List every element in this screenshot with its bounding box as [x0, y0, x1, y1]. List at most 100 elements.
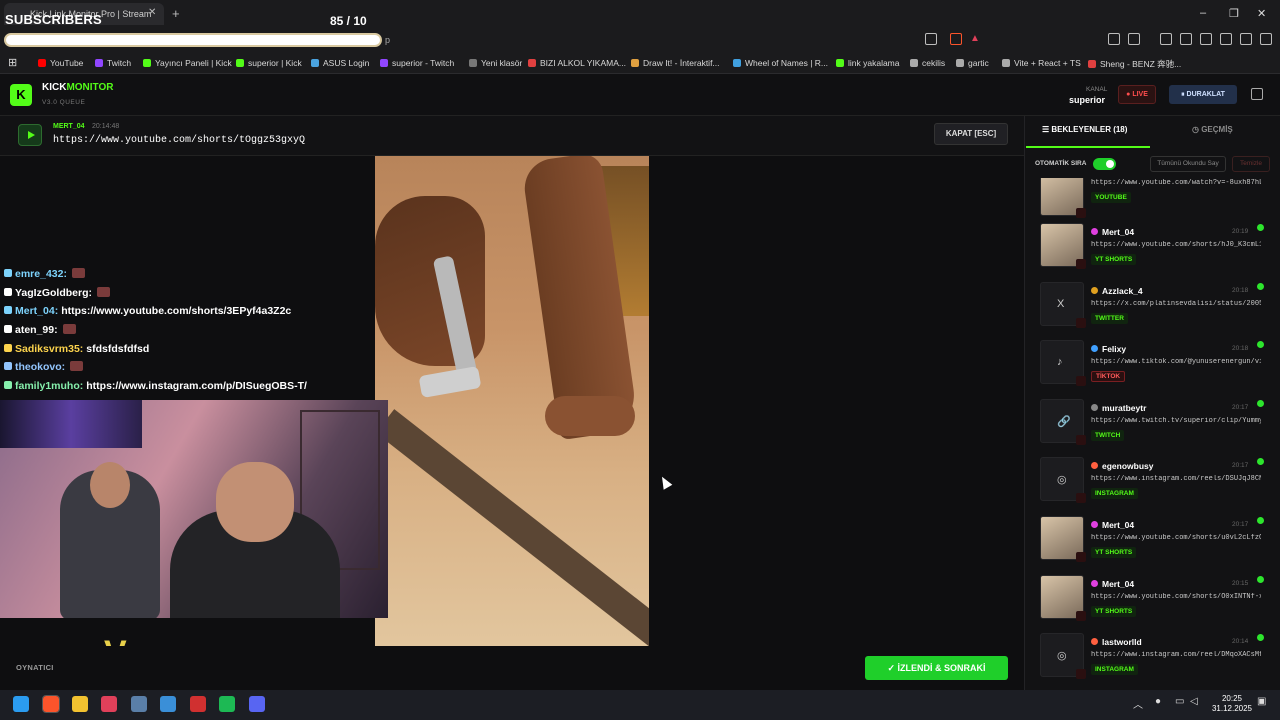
maximize-icon[interactable]: ❐: [1229, 7, 1239, 20]
wallet-icon[interactable]: [1200, 33, 1212, 45]
queue-item[interactable]: Mert_04 20:15 https://www.youtube.com/shor…: [1032, 570, 1268, 626]
app-blue-icon[interactable]: [160, 696, 176, 712]
queue-url[interactable]: https://www.youtube.com/shorts/hJ0_K3cmL…: [1091, 241, 1261, 249]
bookmark-2[interactable]: Yayıncı Paneli | Kick: [143, 58, 232, 68]
network-icon[interactable]: ▭: [1175, 696, 1191, 712]
queue-item[interactable]: ◎ lastworlld 20:14 https://www.instagram.co…: [1032, 628, 1268, 684]
brand-part-a: KICK: [42, 82, 67, 93]
brave-shield-icon[interactable]: [950, 33, 962, 45]
auto-queue-toggle[interactable]: [1093, 158, 1116, 170]
queue-username-text: muratbeytr: [1102, 403, 1147, 413]
queue-username: Azzlack_4: [1091, 286, 1143, 296]
bookmark-12[interactable]: gartic: [956, 58, 989, 68]
folder-icon[interactable]: [72, 696, 88, 712]
queue-item[interactable]: ◎ egenowbusy 20:17 https://www.instagram.co…: [1032, 452, 1268, 508]
queue-item[interactable]: https://www.youtube.com/watch?v=-8uxh87h…: [1032, 178, 1268, 218]
queue-url[interactable]: https://www.tiktok.com/@yunuserenergun/v…: [1091, 358, 1261, 366]
bookmark-label: Wheel of Names | R...: [745, 58, 828, 68]
queue-item[interactable]: ♪ Felixy 20:18 https://www.tiktok.com/@yunu…: [1032, 335, 1268, 391]
bookmark-8[interactable]: Draw It! - İnteraktif...: [631, 58, 720, 68]
share-icon[interactable]: [925, 33, 937, 45]
queue-username: Mert_04: [1091, 520, 1134, 530]
youtube-play-icon: [18, 124, 42, 146]
mic-icon[interactable]: ●: [1155, 696, 1171, 712]
minimize-icon[interactable]: –: [1200, 7, 1206, 19]
queue-item[interactable]: Mert_04 20:17 https://www.youtube.com/shor…: [1032, 511, 1268, 567]
chat-emote-icon: [70, 361, 84, 372]
queue-username-text: lastworlld: [1102, 637, 1142, 647]
chat-badge-icon: [4, 381, 12, 390]
subscriber-counter: 85 / 10: [330, 14, 367, 28]
tab-history[interactable]: ◷ GEÇMİŞ: [1192, 125, 1233, 134]
bookmark-6[interactable]: Yeni klasör: [469, 58, 522, 68]
tab-queue-label: BEKLEYENLER (18): [1051, 125, 1128, 134]
tab-close-icon[interactable]: ✕: [148, 7, 156, 18]
bookmark-1[interactable]: Twitch: [95, 58, 131, 68]
notification-icon[interactable]: ▣: [1257, 696, 1273, 712]
queue-url[interactable]: https://www.youtube.com/shorts/O0xINTNf-…: [1091, 593, 1261, 601]
menu-icon[interactable]: [1260, 33, 1272, 45]
queue-url[interactable]: https://www.twitch.tv/superior/clip/Yumm…: [1091, 417, 1261, 425]
vpn-icon[interactable]: [1240, 33, 1252, 45]
queue-username: Mert_04: [1091, 579, 1134, 589]
current-url[interactable]: https://www.youtube.com/shorts/tOggz53gx…: [53, 135, 305, 146]
queue-item[interactable]: X Azzlack_4 20:18 https://x.com/platinsevda…: [1032, 277, 1268, 333]
apps-grid-icon[interactable]: ⊞: [8, 56, 17, 69]
chat-message: Mert_04: https://www.youtube.com/shorts/3…: [4, 305, 374, 324]
bookmark-13[interactable]: Vite + React + TS: [1002, 58, 1081, 68]
queue-url[interactable]: https://www.instagram.com/reels/DSUJqJ8C…: [1091, 475, 1261, 483]
chevron-up-icon[interactable]: ︿: [1133, 696, 1149, 712]
queue-url[interactable]: https://x.com/platinsevdalisi/status/200…: [1091, 300, 1261, 308]
platform-badge-icon: [1076, 208, 1086, 218]
queue-username: muratbeytr: [1091, 403, 1146, 413]
queue-item[interactable]: 🔗 muratbeytr 20:17 https://www.twitch.tv/su…: [1032, 394, 1268, 450]
sidebar-icon[interactable]: [1180, 33, 1192, 45]
queue-url[interactable]: https://www.youtube.com/shorts/u0vL2cLfz…: [1091, 534, 1261, 542]
queue-item[interactable]: Mert_04 20:19 https://www.youtube.com/shor…: [1032, 218, 1268, 274]
online-dot-icon: [1257, 283, 1264, 290]
bookmark-0[interactable]: YouTube: [38, 58, 83, 68]
bookmark-11[interactable]: cekilis: [910, 58, 945, 68]
address-input[interactable]: [4, 33, 382, 47]
live-button[interactable]: ● LIVE: [1118, 85, 1156, 104]
new-tab-icon[interactable]: +: [172, 6, 180, 21]
spotify-icon[interactable]: [219, 696, 235, 712]
screenshot-icon[interactable]: [1128, 33, 1140, 45]
leo-icon[interactable]: [1220, 33, 1232, 45]
volume-icon[interactable]: ◁: [1190, 696, 1206, 712]
close-button[interactable]: KAPAT [ESC]: [934, 123, 1008, 145]
external-link-icon[interactable]: [1251, 88, 1263, 100]
bookmark-7[interactable]: BIZI ALKOL YIKAMA...: [528, 58, 626, 68]
rewards-icon[interactable]: ▲: [970, 33, 982, 45]
video-player[interactable]: [375, 156, 649, 646]
current-user: MERT_04: [53, 123, 85, 130]
extensions-icon[interactable]: [1108, 33, 1120, 45]
discord-icon[interactable]: [249, 696, 265, 712]
pause-button[interactable]: ⏸ DURAKLAT: [1169, 85, 1237, 104]
bookmark-5[interactable]: superior - Twitch: [380, 58, 454, 68]
clear-button[interactable]: Temizle: [1232, 156, 1270, 172]
bookmark-favicon-icon: [38, 59, 46, 67]
queue-url[interactable]: https://www.youtube.com/watch?v=-8uxh87h…: [1091, 179, 1261, 187]
chat-badge-icon: [4, 287, 12, 296]
media-icon[interactable]: [1160, 33, 1172, 45]
brave-icon[interactable]: [42, 695, 60, 713]
bookmark-14[interactable]: Sheng - BENZ 奔驰...: [1088, 58, 1181, 70]
windows-icon[interactable]: [13, 696, 29, 712]
map-pin-icon[interactable]: [101, 696, 117, 712]
chat-username: family1muho:: [15, 380, 84, 393]
tab-queue[interactable]: ☰ BEKLEYENLER (18): [1042, 125, 1127, 134]
app-red-icon[interactable]: [190, 696, 206, 712]
bookmark-10[interactable]: link yakalama: [836, 58, 900, 68]
clock[interactable]: 20:25 31.12.2025: [1210, 694, 1254, 714]
mark-all-read-button[interactable]: Tümünü Okundu Say: [1150, 156, 1226, 172]
bookmark-9[interactable]: Wheel of Names | R...: [733, 58, 828, 68]
steam-icon[interactable]: [131, 696, 147, 712]
watched-next-button[interactable]: ✓ İZLENDİ & SONRAKİ: [865, 656, 1008, 680]
queue-url[interactable]: https://www.instagram.com/reel/DMqoXACsM…: [1091, 651, 1261, 659]
video-hammer-head: [418, 365, 482, 399]
close-window-icon[interactable]: ✕: [1257, 7, 1266, 20]
bookmark-3[interactable]: superior | Kick: [236, 58, 302, 68]
bookmark-4[interactable]: ASUS Login: [311, 58, 369, 68]
bookmark-label: superior | Kick: [248, 58, 302, 68]
